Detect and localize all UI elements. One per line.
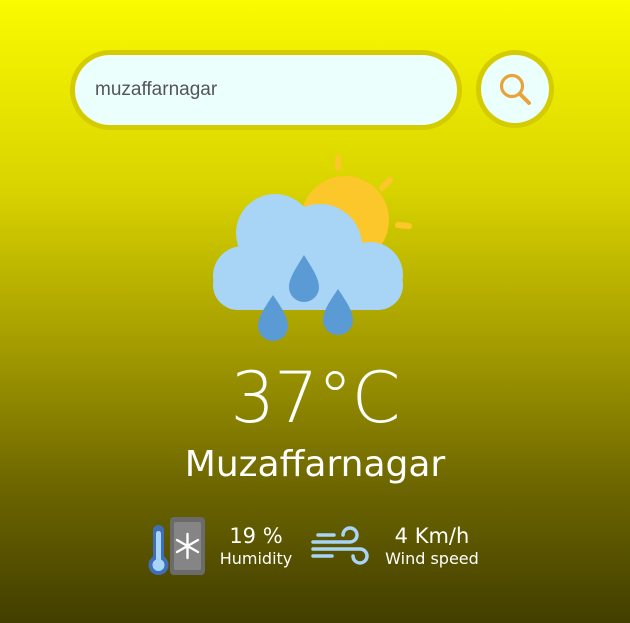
search-icon <box>496 70 534 108</box>
humidity-detail: 19 % Humidity <box>145 515 295 577</box>
rain-cloud-sun-icon <box>213 155 412 341</box>
city-name: Muzaffarnagar <box>184 444 446 485</box>
search-bar <box>70 50 462 130</box>
humidity-label: Humidity <box>219 549 293 568</box>
humidity-text: 19 % Humidity <box>217 523 295 569</box>
wind-detail: 4 Km/h Wind speed <box>310 515 495 577</box>
wind-label: Wind speed <box>385 549 479 568</box>
search-input[interactable] <box>75 55 457 125</box>
search-button-face <box>481 55 549 123</box>
wind-icon <box>311 526 369 565</box>
wind-value: 4 Km/h <box>394 524 470 548</box>
thermometer-snowflake-icon <box>148 517 205 575</box>
wind-text: 4 Km/h Wind speed <box>382 523 482 569</box>
temperature: 37°C <box>230 357 401 439</box>
search-button[interactable] <box>476 50 554 128</box>
weather-app: 37°C Muzaffarnagar 19 % Humidity <box>0 0 630 623</box>
humidity-value: 19 % <box>229 524 283 548</box>
weather-details: 19 % Humidity 4 Km/h Wind speed <box>145 515 495 577</box>
